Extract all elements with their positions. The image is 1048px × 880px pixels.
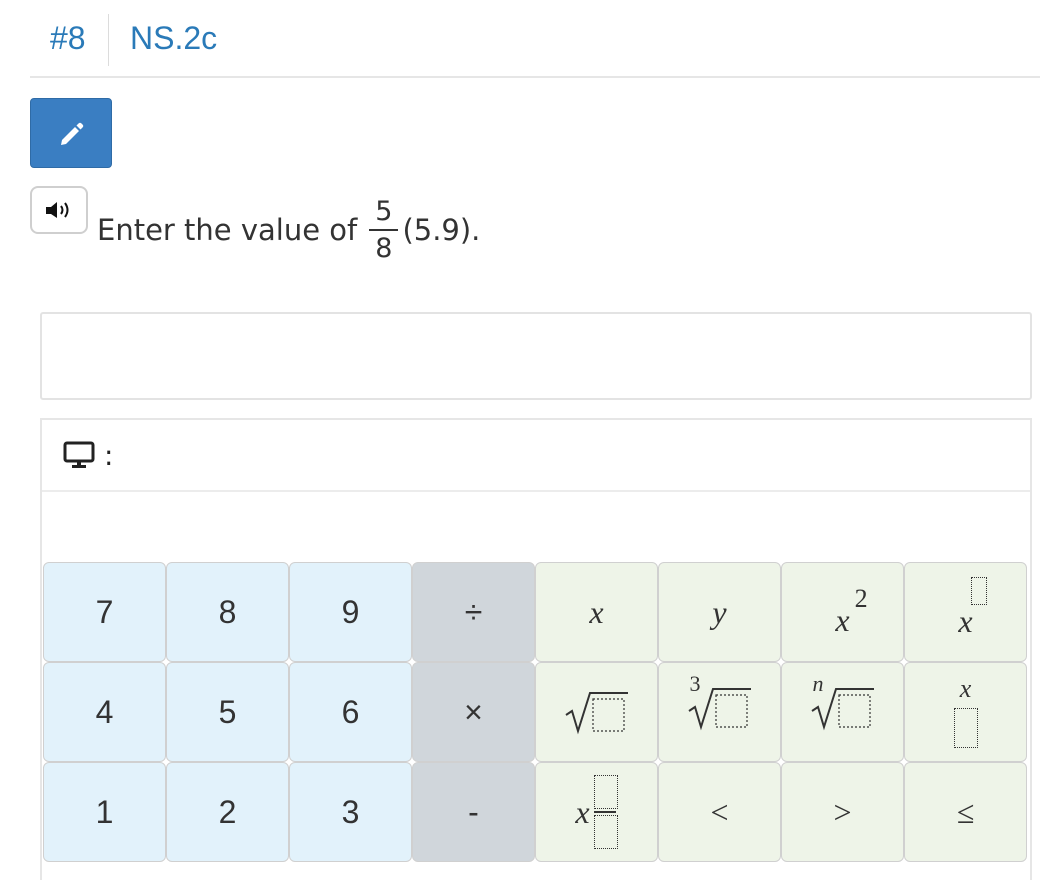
key-x-squared-exp: 2 [854, 583, 868, 613]
header-bar: #8 NS.2c [30, 0, 1040, 78]
question-text: Enter the value of 5 8 (5.9). [97, 190, 480, 270]
standard-link[interactable]: NS.2c [130, 20, 217, 57]
key-x-power-base: x [958, 602, 973, 639]
key-minus[interactable]: - [412, 762, 535, 862]
fraction: 5 8 [369, 198, 399, 264]
key-x-over-box-label: x [959, 674, 972, 703]
key-greater-than[interactable]: > [781, 762, 904, 862]
key-x-squared[interactable]: x 2 [781, 562, 904, 662]
key-x-over-box[interactable]: x [904, 662, 1027, 762]
key-cube-root[interactable]: 3 [658, 662, 781, 762]
mixed-fraction-box-icon [593, 775, 618, 849]
question-suffix: (5.9). [402, 213, 481, 247]
key-sqrt[interactable] [535, 662, 658, 762]
key-less-than[interactable]: < [658, 762, 781, 862]
fraction-numerator: 5 [369, 198, 399, 231]
math-keypad: : 7 8 9 ÷ x y x 2 x 4 5 6 × 3 n x 1 2 3 … [40, 418, 1032, 880]
key-4[interactable]: 4 [43, 662, 166, 762]
key-x[interactable]: x [535, 562, 658, 662]
key-1[interactable]: 1 [43, 762, 166, 862]
key-5[interactable]: 5 [166, 662, 289, 762]
square-root-icon [564, 692, 628, 735]
question-number[interactable]: #8 [50, 20, 86, 57]
key-9[interactable]: 9 [289, 562, 412, 662]
keypad-header: : [42, 420, 1030, 492]
key-2[interactable]: 2 [166, 762, 289, 862]
keypad-header-colon: : [104, 438, 114, 472]
key-y-label: y [712, 593, 727, 630]
pencil-icon [61, 122, 84, 145]
key-8[interactable]: 8 [166, 562, 289, 662]
key-x-subscript-label: x [575, 793, 590, 830]
key-multiply[interactable]: × [412, 662, 535, 762]
question-prefix: Enter the value of [97, 213, 358, 247]
nth-root-index: n [812, 671, 824, 696]
key-7[interactable]: 7 [43, 562, 166, 662]
key-y[interactable]: y [658, 562, 781, 662]
cube-root-index: 3 [689, 671, 701, 696]
speaker-icon [46, 202, 69, 218]
fraction-box-icon [953, 708, 978, 748]
key-less-equal[interactable]: ≤ [904, 762, 1027, 862]
key-x-power[interactable]: x [904, 562, 1027, 662]
read-aloud-button[interactable] [30, 186, 88, 234]
fraction-denominator: 8 [375, 233, 393, 264]
key-divide[interactable]: ÷ [412, 562, 535, 662]
scratchpad-button[interactable] [30, 98, 112, 168]
keypad-grid: 7 8 9 ÷ x y x 2 x 4 5 6 × 3 n x 1 2 3 - … [43, 562, 1031, 862]
monitor-icon [63, 441, 95, 468]
key-x-squared-base: x [835, 601, 850, 638]
key-nth-root[interactable]: n [781, 662, 904, 762]
exponent-box-icon [970, 576, 987, 605]
key-x-label: x [589, 593, 604, 630]
answer-input[interactable] [40, 312, 1032, 400]
header-divider [108, 14, 109, 66]
key-6[interactable]: 6 [289, 662, 412, 762]
key-x-subscript[interactable]: x [535, 762, 658, 862]
key-3[interactable]: 3 [289, 762, 412, 862]
